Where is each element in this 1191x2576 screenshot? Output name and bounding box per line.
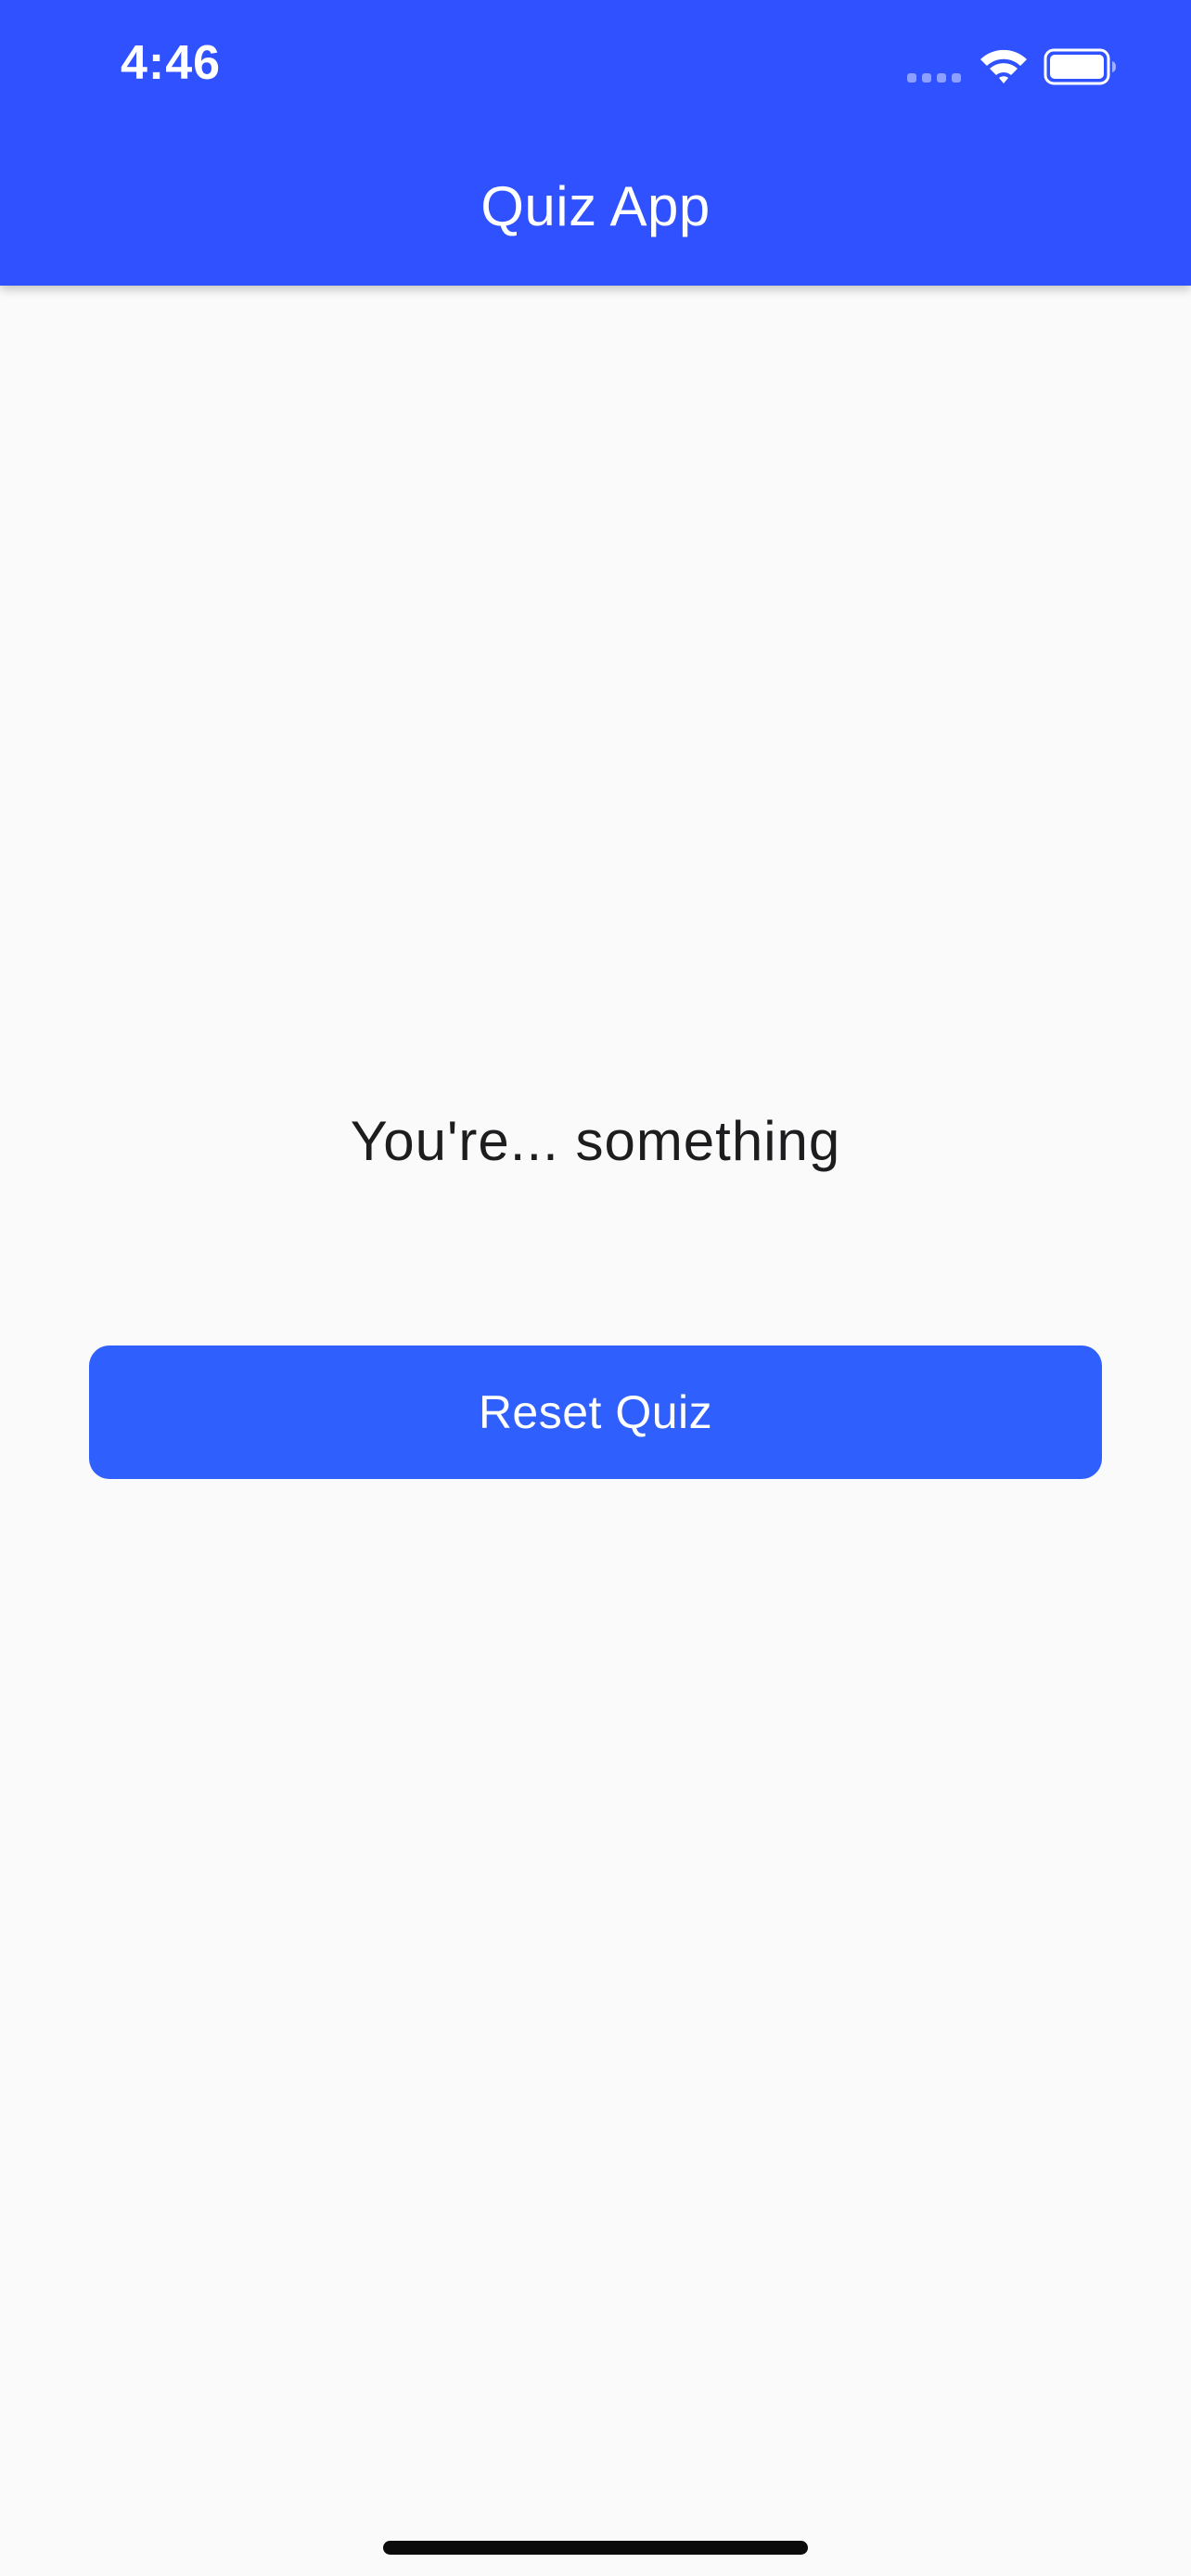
home-indicator[interactable]: [383, 2541, 808, 2555]
status-bar: 4:46: [0, 0, 1191, 139]
page-title: Quiz App: [480, 175, 711, 237]
battery-icon: [1044, 48, 1116, 85]
cellular-signal-icon: [907, 73, 961, 83]
app-bar: 4:46 Quiz App: [0, 0, 1191, 286]
reset-quiz-button[interactable]: Reset Quiz: [89, 1345, 1102, 1479]
status-time: 4:46: [121, 36, 222, 90]
main-content: You're... something Reset Quiz: [0, 286, 1191, 2576]
result-text: You're... something: [350, 1110, 841, 1172]
wifi-icon: [980, 49, 1027, 83]
